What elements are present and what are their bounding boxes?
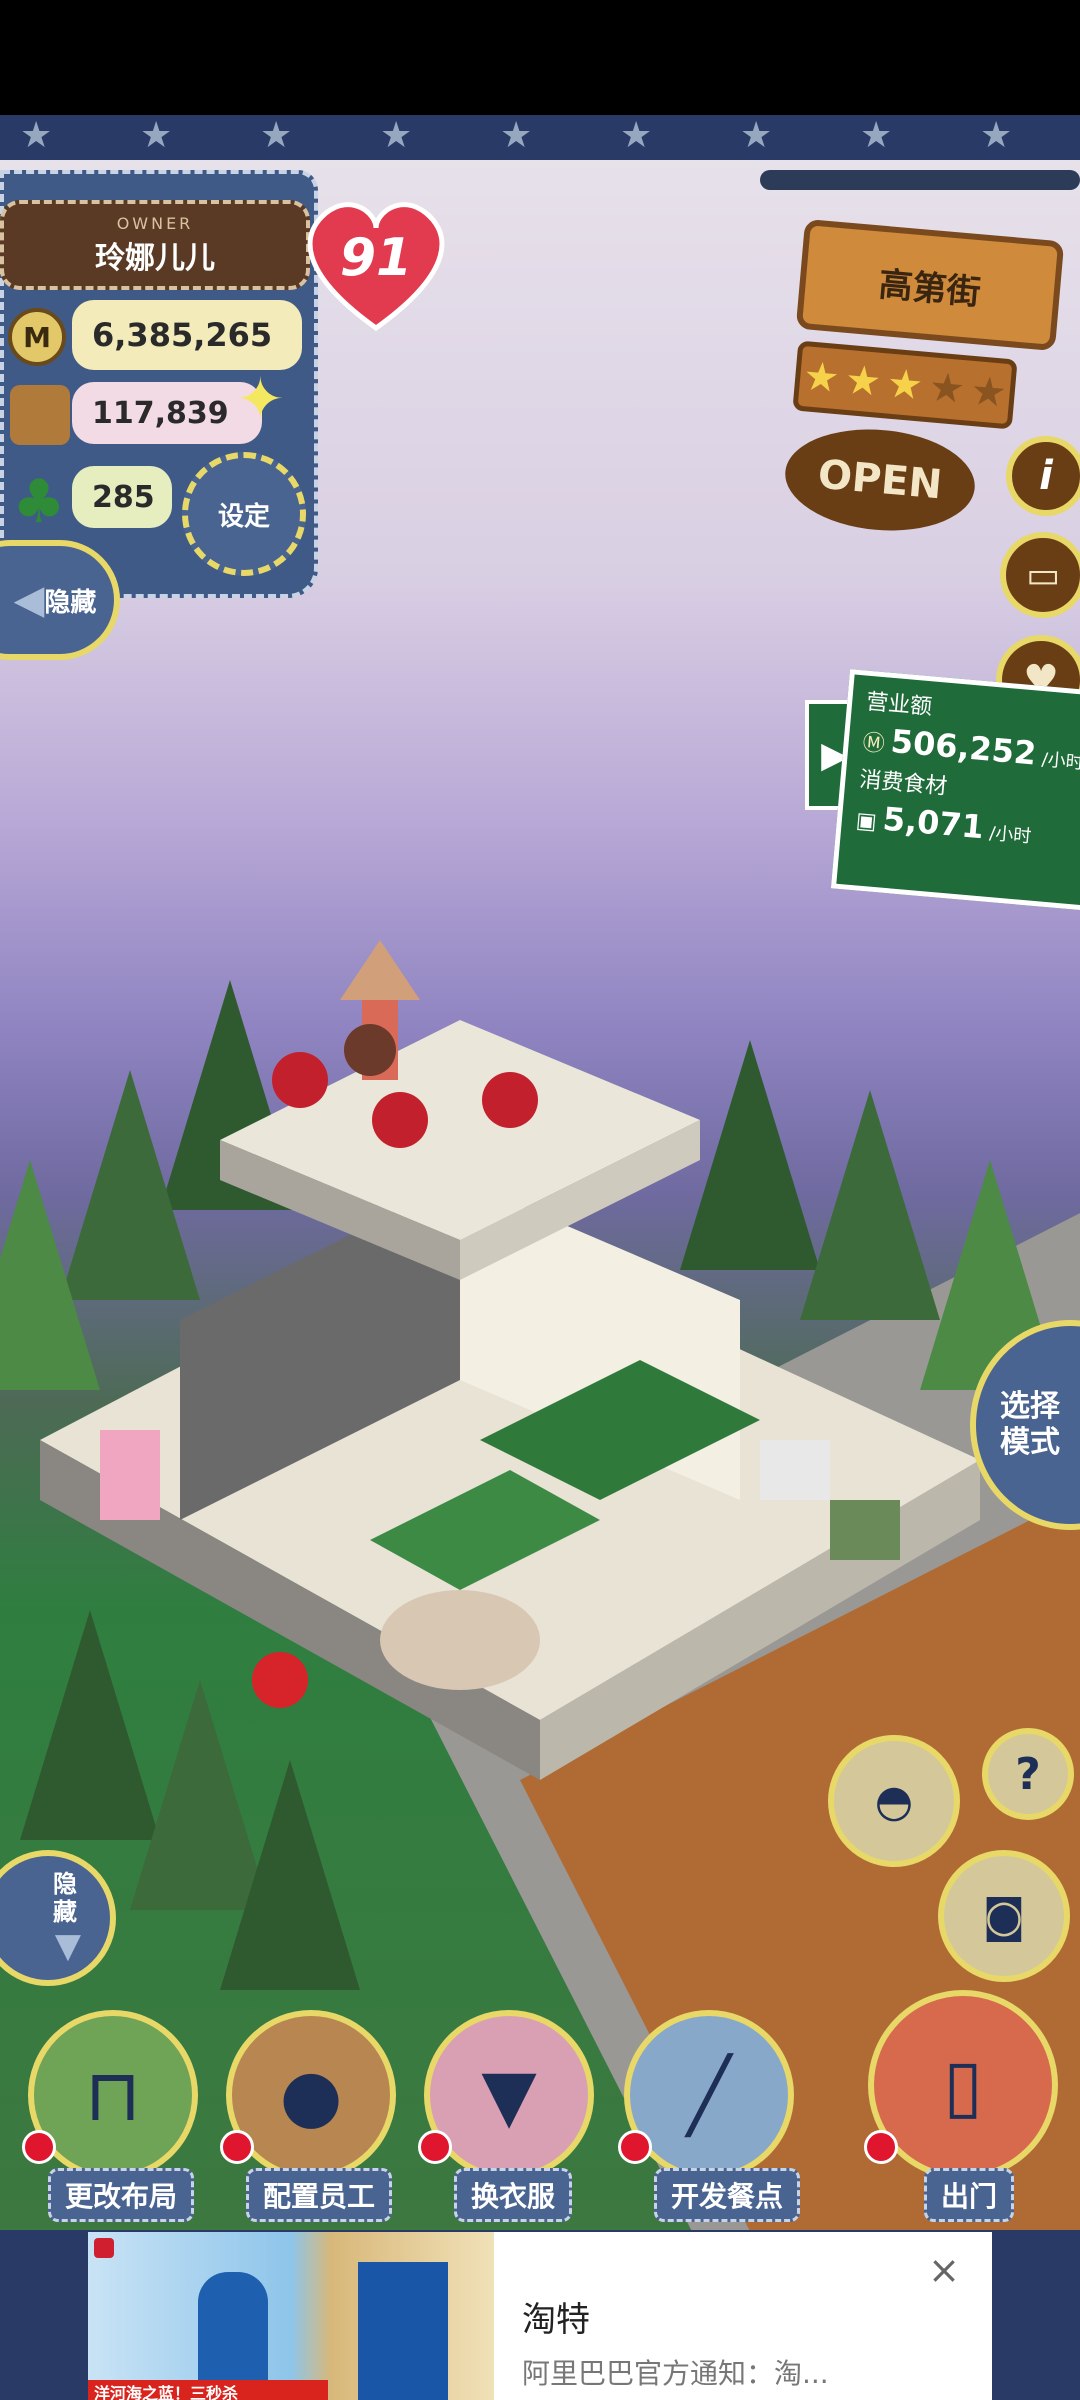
sparkle-icon: ✦: [236, 365, 285, 433]
game-scene[interactable]: OWNER 玲娜儿儿 91 M 6,385,265 117,839 ✦ ♣ 28…: [0, 160, 1080, 2230]
menu-assign-staff-label: 配置员工: [246, 2168, 393, 2222]
menu-develop-dish-label: 开发餐点: [654, 2168, 801, 2222]
settings-label: 设定: [217, 501, 270, 532]
food-counter: 117,839: [72, 382, 262, 444]
clover-counter: 285: [72, 466, 172, 528]
menu-change-layout-label: 更改布局: [48, 2168, 195, 2222]
ufo-button[interactable]: ◓: [828, 1735, 960, 1867]
food-basket-icon: [10, 385, 70, 445]
level-heart: 91: [296, 188, 456, 338]
open-label: OPEN: [816, 451, 944, 509]
revenue-board: 营业额 Ⓜ 506,252 /小时 消费食材 ▣ 5,071 /小时: [830, 669, 1080, 911]
star-empty-icon: ★: [926, 364, 967, 414]
star-empty-icon: ★: [968, 367, 1009, 417]
hide-top-label: 隐藏: [44, 587, 97, 618]
star-filled-icon: ★: [843, 356, 884, 406]
status-bar: [0, 0, 1080, 115]
ad-brand-logo: [94, 2238, 114, 2258]
ad-banner[interactable]: 洋河海之蓝！三秒杀 淘特 阿里巴巴官方通知：淘... ×: [88, 2232, 992, 2400]
book-button[interactable]: ▭: [1000, 532, 1080, 618]
hide-top-button[interactable]: ◀ 隐藏: [0, 540, 120, 660]
hide-bottom-label: 隐藏: [53, 1870, 77, 1926]
consume-value: 5,071: [881, 799, 986, 847]
star-filled-icon: ★: [801, 353, 842, 403]
arrow-left-icon: ◀: [13, 577, 45, 623]
camera-icon: ◙: [982, 1890, 1026, 1942]
clover-icon: ♣: [12, 467, 66, 537]
money-counter: 6,385,265: [72, 300, 302, 370]
stars-border: ★ ★ ★ ★ ★ ★ ★ ★ ★: [0, 115, 1080, 160]
ad-product-image: 洋河海之蓝！三秒杀: [88, 2232, 494, 2400]
street-sign[interactable]: 高第街: [795, 218, 1065, 352]
ad-box: [358, 2262, 448, 2400]
pin-icon: [864, 2130, 898, 2164]
help-icon: ?: [1015, 1748, 1041, 1800]
rating-stars: ★ ★ ★ ★ ★: [792, 340, 1018, 430]
pin-icon: [418, 2130, 452, 2164]
money-icon: Ⓜ: [861, 730, 886, 758]
ad-red-strip: 洋河海之蓝！三秒杀: [88, 2380, 328, 2400]
consume-unit: /小时: [988, 822, 1033, 848]
food-basket-icon: ▣: [854, 808, 878, 835]
owner-name-plate[interactable]: OWNER 玲娜儿儿: [0, 200, 310, 290]
revenue-unit: /小时: [1040, 749, 1080, 774]
book-icon: ▭: [1025, 554, 1060, 596]
money-icon: M: [8, 308, 66, 366]
arrow-down-icon: ▼: [54, 1926, 82, 1966]
info-button[interactable]: i: [1006, 436, 1080, 516]
street-name: 高第街: [877, 264, 983, 313]
help-button[interactable]: ?: [982, 1728, 1074, 1820]
owner-name: 玲娜儿儿: [95, 240, 215, 276]
pin-icon: [22, 2130, 56, 2164]
ad-subtitle: 阿里巴巴官方通知：淘...: [522, 2357, 829, 2390]
menu-change-layout[interactable]: ⊓ 更改布局: [18, 2010, 218, 2230]
bottom-menu: ⊓ 更改布局 ● 配置员工 ▼ 换衣服 ╱ 开发餐点 ▯ 出门: [0, 1990, 1080, 2230]
pin-icon: [618, 2130, 652, 2164]
menu-go-out-label: 出门: [924, 2168, 1015, 2222]
camera-button[interactable]: ◙: [938, 1850, 1070, 1982]
info-icon: i: [1039, 453, 1053, 499]
close-icon[interactable]: ×: [924, 2250, 964, 2290]
menu-change-clothes-label: 换衣服: [454, 2168, 573, 2222]
menu-change-clothes[interactable]: ▼ 换衣服: [414, 2010, 614, 2230]
level-number: 91: [339, 228, 413, 288]
open-sign[interactable]: OPEN: [781, 421, 979, 539]
ufo-icon: ◓: [874, 1775, 914, 1827]
menu-assign-staff[interactable]: ● 配置员工: [216, 2010, 416, 2230]
menu-go-out[interactable]: ▯ 出门: [864, 1990, 1068, 2230]
pin-icon: [220, 2130, 254, 2164]
owner-badge: OWNER: [116, 213, 194, 233]
settings-button[interactable]: 设定: [182, 452, 306, 576]
star-filled-icon: ★: [885, 360, 925, 410]
sign-bracket: [760, 170, 1080, 190]
ad-bottle: [198, 2272, 268, 2392]
select-mode-label: 选择模式: [1000, 1389, 1060, 1460]
ad-title: 淘特: [522, 2300, 590, 2340]
menu-develop-dish[interactable]: ╱ 开发餐点: [614, 2010, 834, 2230]
